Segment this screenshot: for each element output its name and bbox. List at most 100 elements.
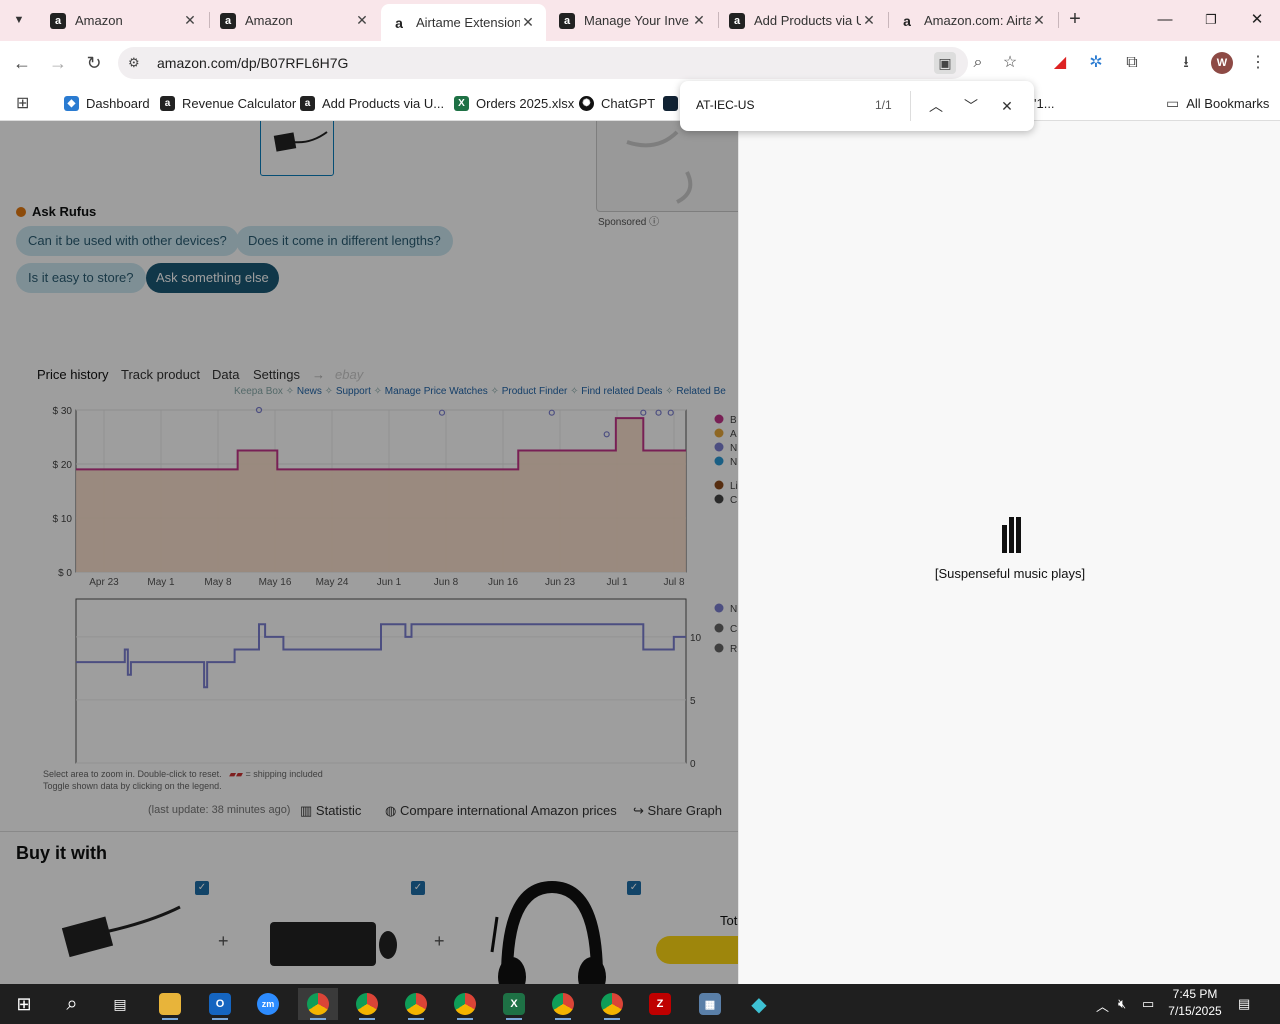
search-icon[interactable]: ⌕ <box>52 988 92 1020</box>
bookmark-label: ChatGPT <box>601 95 656 111</box>
profile-avatar[interactable]: W <box>1211 52 1233 74</box>
tab-title: Manage Your Inve <box>584 13 689 28</box>
menu-kebab-icon[interactable]: ⋮ <box>1246 51 1270 75</box>
dashboard-icon: ◆ <box>64 95 79 111</box>
close-tab-icon[interactable]: ✕ <box>520 14 536 31</box>
tab-title: Amazon <box>245 13 293 28</box>
close-tab-icon[interactable]: ✕ <box>354 12 370 29</box>
back-icon[interactable]: ← <box>9 51 35 75</box>
tab-title: Add Products via U <box>754 13 861 28</box>
sound-bars-icon <box>1002 517 1024 553</box>
zoom-app-icon[interactable]: zm <box>248 988 288 1020</box>
volume-muted-icon[interactable]: 🔇︎ <box>1118 996 1126 1012</box>
modal-dim-overlay[interactable] <box>0 121 738 984</box>
amazon-favicon-icon: a <box>559 12 575 29</box>
system-clock[interactable]: 7:45 PM 7/15/2025 <box>1160 986 1230 1020</box>
find-input[interactable]: AT-IEC-US <box>696 98 754 112</box>
amazon-product-page: Sponsored ⓘ Ask Rufus Can it be used wit… <box>0 121 738 984</box>
outlook-icon[interactable]: O <box>200 988 240 1020</box>
find-result-count: 1/1 <box>875 98 892 112</box>
find-close-icon[interactable]: ✕ <box>995 94 1019 118</box>
file-explorer-icon[interactable] <box>150 988 190 1020</box>
tab-amazon-2[interactable]: a Amazon ✕ <box>210 4 380 37</box>
forward-icon[interactable]: → <box>45 51 71 75</box>
excel-icon: X <box>454 95 469 111</box>
bookmark-add-products[interactable]: a Add Products via U... <box>300 93 444 113</box>
close-tab-icon[interactable]: ✕ <box>861 12 877 29</box>
pdf-extension-icon[interactable]: ◢ <box>1048 51 1072 75</box>
bookmark-site-icon <box>663 95 678 111</box>
bookmark-star-icon[interactable]: ☆ <box>998 51 1022 75</box>
chrome-icon[interactable] <box>592 988 632 1020</box>
app-diamond-icon[interactable]: ◆ <box>739 988 779 1020</box>
chrome-icon[interactable] <box>543 988 583 1020</box>
bookmark-label: Dashboard <box>86 95 150 111</box>
notifications-icon[interactable]: ▤ <box>1238 996 1250 1012</box>
amazon-icon: a <box>300 95 315 111</box>
window-close-icon[interactable]: ✕ <box>1242 8 1272 32</box>
tab-add-products[interactable]: a Add Products via U ✕ <box>719 4 887 37</box>
amazon-favicon-icon: a <box>395 14 403 31</box>
bookmark-label: Orders 2025.xlsx <box>476 95 575 111</box>
extensions-puzzle-icon[interactable]: ⧉ <box>1120 51 1144 75</box>
windows-start-icon[interactable]: ⊞ <box>4 988 44 1020</box>
close-tab-icon[interactable]: ✕ <box>182 12 198 29</box>
video-caption: [Suspenseful music plays] <box>934 566 1086 581</box>
filezilla-icon[interactable]: Z <box>640 988 680 1020</box>
calculator-icon[interactable]: ▦ <box>690 988 730 1020</box>
find-previous-icon[interactable]: ︿ <box>924 94 948 118</box>
bookmark-trailing[interactable]: '1... <box>1034 93 1055 113</box>
zoom-icon[interactable]: ⌕ <box>966 51 990 75</box>
tab-strip: ▼ a Amazon ✕ a Amazon ✕ a Airtame Extens… <box>0 0 1280 41</box>
chrome-icon[interactable] <box>298 988 338 1020</box>
bookmark-orders-xlsx[interactable]: X Orders 2025.xlsx <box>454 93 574 113</box>
tab-amazon-airtame[interactable]: a Amazon.com: Airta ✕ <box>889 4 1057 37</box>
all-bookmarks[interactable]: ▭ All Bookmarks <box>1166 93 1269 113</box>
address-bar[interactable]: ⚙ amazon.com/dp/B07RFL6H7G ▣ <box>118 47 968 79</box>
close-tab-icon[interactable]: ✕ <box>691 12 707 29</box>
bookmark-chatgpt[interactable]: ✺ ChatGPT <box>579 93 655 113</box>
url-text[interactable]: amazon.com/dp/B07RFL6H7G <box>157 55 348 71</box>
chrome-icon[interactable] <box>445 988 485 1020</box>
tab-manage-inventory[interactable]: a Manage Your Inve ✕ <box>549 4 717 37</box>
windows-taskbar: ⊞ ⌕ ▤ O zm X Z ▦ ◆ ︿ 🔇︎ ▭ 7:45 PM 7/15/20… <box>0 984 1280 1024</box>
minimize-icon[interactable]: — <box>1150 8 1180 32</box>
apps-grid-icon[interactable]: ⊞ <box>16 93 29 113</box>
amazon-favicon-icon: a <box>729 12 745 29</box>
chrome-icon[interactable] <box>396 988 436 1020</box>
bookmark-label: Add Products via U... <box>322 95 445 111</box>
amazon-favicon-icon: a <box>220 12 236 29</box>
tab-title: Airtame Extension <box>416 15 520 30</box>
chrome-icon[interactable] <box>347 988 387 1020</box>
new-tab-button[interactable]: + <box>1064 8 1086 32</box>
bookmark-revenue-calculator[interactable]: a Revenue Calculator <box>160 93 296 113</box>
tab-search-button[interactable]: ▼ <box>6 7 32 33</box>
all-bookmarks-label: All Bookmarks <box>1186 95 1270 111</box>
bookmark-label: Revenue Calculator <box>182 95 297 111</box>
reload-icon[interactable]: ↻ <box>81 51 107 75</box>
video-side-panel: [Suspenseful music plays] <box>738 121 1280 984</box>
bookmarks-bar: ⊞ ◆ Dashboard a Revenue Calculator a Add Pr… <box>0 85 1280 121</box>
excel-icon[interactable]: X <box>494 988 534 1020</box>
restore-icon[interactable]: ❐ <box>1196 8 1226 32</box>
task-view-icon[interactable]: ▤ <box>100 988 140 1020</box>
download-icon[interactable]: ⭳ <box>1174 51 1198 75</box>
network-icon[interactable]: ▭ <box>1142 996 1154 1012</box>
tab-title: Amazon <box>75 13 123 28</box>
tab-title: Amazon.com: Airta <box>924 13 1031 28</box>
amazon-favicon-icon: a <box>903 12 911 29</box>
find-in-page-icon[interactable]: ▣ <box>934 52 956 74</box>
tab-amazon-1[interactable]: a Amazon ✕ <box>40 4 208 37</box>
tab-airtame-extension[interactable]: a Airtame Extension ✕ <box>381 4 546 41</box>
find-next-icon[interactable]: ﹀ <box>959 94 983 118</box>
chatgpt-icon: ✺ <box>579 95 594 111</box>
folder-icon: ▭ <box>1166 94 1180 111</box>
browser-toolbar: ← → ↻ ⚙ amazon.com/dp/B07RFL6H7G ▣ ⌕ ☆ ◢… <box>0 41 1280 85</box>
bookmark-dashboard[interactable]: ◆ Dashboard <box>64 93 150 113</box>
close-tab-icon[interactable]: ✕ <box>1031 12 1047 29</box>
amazon-icon: a <box>160 95 175 111</box>
site-info-icon[interactable]: ⚙ <box>128 55 144 71</box>
extension-blue-icon[interactable]: ✲ <box>1084 51 1108 75</box>
find-bar: AT-IEC-US 1/1 ︿ ﹀ ✕ <box>680 81 1034 131</box>
tray-chevron-icon[interactable]: ︿ <box>1096 996 1109 1015</box>
